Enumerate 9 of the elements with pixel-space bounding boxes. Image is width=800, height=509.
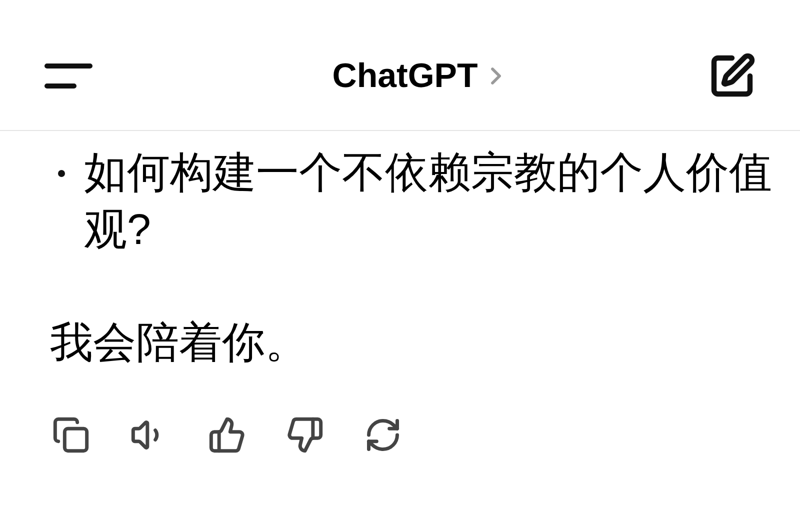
app-title[interactable]: ChatGPT [332, 50, 478, 102]
menu-icon[interactable] [44, 62, 94, 90]
thumbs-down-icon[interactable] [286, 416, 324, 454]
thumbs-up-icon[interactable] [208, 416, 246, 454]
bullet-text: 如何构建一个不依赖宗教的个人价值观? [84, 148, 773, 256]
copy-icon[interactable] [52, 416, 90, 454]
bullet-dot-icon [58, 170, 65, 177]
message-text: 我会陪着你。 [50, 318, 309, 369]
refresh-icon[interactable] [364, 416, 402, 454]
